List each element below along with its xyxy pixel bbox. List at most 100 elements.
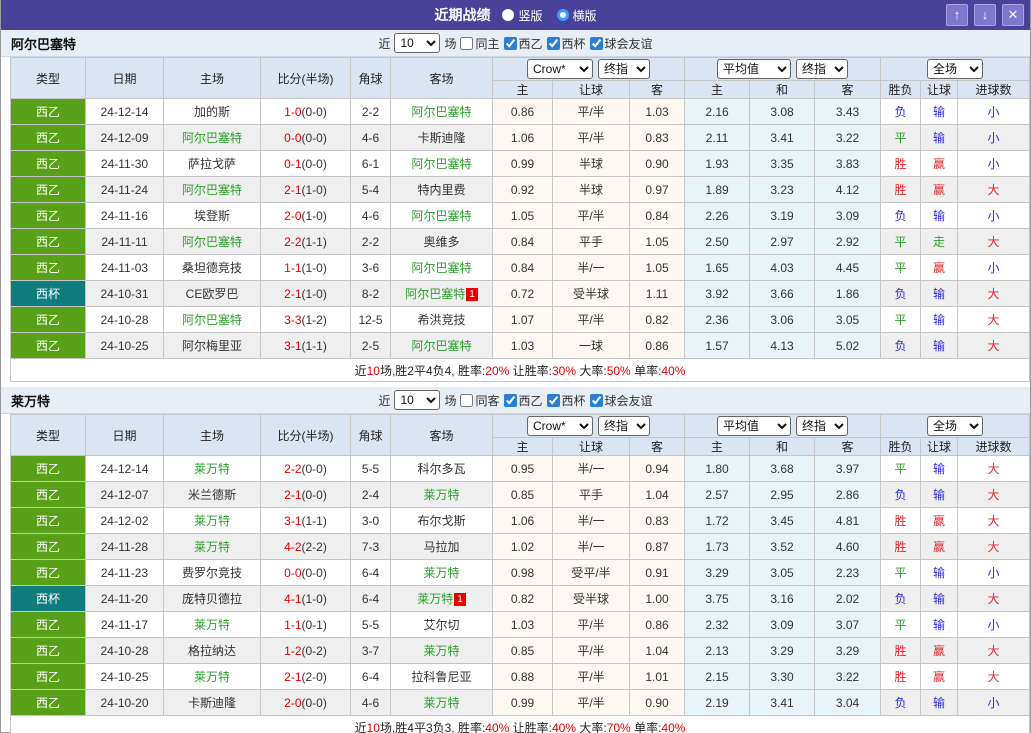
friendly-option[interactable]: 球会友谊 [589, 35, 653, 52]
cell-result-handicap: 走 [920, 228, 959, 255]
home-team-name[interactable]: 庞特贝德拉 [182, 592, 242, 606]
cell-score: 2-1(2-0) [260, 663, 351, 690]
cell-competition: 西乙 [10, 611, 86, 638]
move-up-button[interactable]: ↑ [946, 4, 968, 26]
match-row: 西乙 24-12-07 米兰德斯 2-1(0-0) 2-4 莱万特 0.85 平手 1.04 2.… [10, 481, 1031, 508]
cell-score: 0-0(0-0) [260, 124, 351, 151]
away-team-name[interactable]: 莱万特 [423, 696, 459, 710]
cell-away-team: 卡斯迪隆 [390, 124, 493, 151]
friendly-checkbox[interactable] [589, 393, 603, 407]
away-team-name[interactable]: 阿尔巴塞特 [411, 261, 471, 275]
average-select[interactable]: 平均值 [717, 416, 792, 436]
cup-option[interactable]: 西杯 [546, 35, 586, 52]
away-team-name[interactable]: 卡斯迪隆 [417, 131, 465, 145]
away-team-name[interactable]: 特内里费 [417, 183, 465, 197]
away-team-name[interactable]: 莱万特 [423, 566, 459, 580]
away-team-name[interactable]: 阿尔巴塞特 [411, 157, 471, 171]
cup-option[interactable]: 西杯 [546, 392, 586, 409]
home-team-name[interactable]: 格拉纳达 [188, 644, 236, 658]
cell-avg-away: 3.07 [814, 611, 882, 638]
away-team-name[interactable]: 奥维多 [423, 235, 459, 249]
cell-date: 24-10-20 [85, 689, 164, 716]
home-team-name[interactable]: 萨拉戈萨 [188, 157, 236, 171]
home-team-name[interactable]: 阿尔巴塞特 [182, 131, 242, 145]
same-venue-option[interactable]: 同客 [460, 392, 500, 409]
away-team-name[interactable]: 阿尔巴塞特 [411, 209, 471, 223]
cell-avg-home: 3.92 [684, 280, 751, 307]
away-team-name[interactable]: 莱万特 [417, 592, 453, 606]
bookmaker-select[interactable]: Crow* [527, 416, 593, 436]
away-team-name[interactable]: 阿尔巴塞特 [411, 105, 471, 119]
home-team-name[interactable]: 莱万特 [194, 670, 230, 684]
cup-checkbox[interactable] [546, 36, 560, 50]
radio-horizontal-layout[interactable]: 横版 [556, 7, 597, 24]
home-team-name[interactable]: 桑坦德竞技 [182, 261, 242, 275]
away-team-name[interactable]: 科尔多瓦 [417, 462, 465, 476]
home-team-name[interactable]: 阿尔巴塞特 [182, 313, 242, 327]
fulltime-score: 2-2 [284, 234, 302, 249]
cell-avg-home: 1.72 [684, 507, 751, 534]
away-team-name[interactable]: 阿尔巴塞特 [411, 339, 471, 353]
final-odds-select[interactable]: 终指 [598, 59, 650, 79]
match-row: 西乙 24-11-11 阿尔巴塞特 2-2(1-1) 2-2 奥维多 0.84 平手 1.05 2… [10, 228, 1031, 255]
cell-date: 24-10-25 [85, 663, 164, 690]
final-average-select[interactable]: 终指 [796, 59, 849, 79]
cell-score: 3-1(1-1) [260, 332, 351, 359]
same-venue-checkbox[interactable] [460, 36, 474, 50]
home-team-name[interactable]: 莱万特 [194, 462, 230, 476]
cell-result-handicap: 输 [920, 611, 959, 638]
away-team-name[interactable]: 莱万特 [423, 488, 459, 502]
home-team-name[interactable]: 阿尔巴塞特 [182, 235, 242, 249]
move-down-button[interactable]: ↓ [974, 4, 996, 26]
fulltime-select[interactable]: 全场 [927, 59, 984, 79]
away-team-name[interactable]: 莱万特 [423, 644, 459, 658]
away-team-name[interactable]: 布尔戈斯 [417, 514, 465, 528]
cell-odds-away: 0.90 [628, 689, 686, 716]
home-team-name[interactable]: 加的斯 [194, 105, 230, 119]
final-odds-select[interactable]: 终指 [598, 416, 650, 436]
cell-result-handicap: 输 [920, 689, 959, 716]
halftime-score: (0-0) [301, 130, 327, 145]
home-team-name[interactable]: 米兰德斯 [188, 488, 236, 502]
league-option[interactable]: 西乙 [503, 35, 543, 52]
average-select[interactable]: 平均值 [717, 59, 792, 79]
cell-score: 2-1(0-0) [260, 481, 351, 508]
same-venue-option[interactable]: 同主 [460, 35, 500, 52]
cell-home-team: 莱万特 [163, 663, 261, 690]
league-option[interactable]: 西乙 [503, 392, 543, 409]
friendly-checkbox[interactable] [589, 36, 603, 50]
home-team-name[interactable]: 莱万特 [194, 514, 230, 528]
away-team-name[interactable]: 艾尔切 [423, 618, 459, 632]
cell-corners: 8-2 [350, 280, 391, 307]
cell-result-handicap: 输 [920, 306, 959, 333]
away-team-name[interactable]: 希洪竞技 [417, 313, 465, 327]
home-team-name[interactable]: 阿尔巴塞特 [182, 183, 242, 197]
friendly-option[interactable]: 球会友谊 [589, 392, 653, 409]
home-team-name[interactable]: 阿尔梅里亚 [182, 339, 242, 353]
radio-vertical-layout[interactable]: 竖版 [502, 7, 543, 24]
same-venue-checkbox[interactable] [460, 393, 474, 407]
home-team-name[interactable]: CE欧罗巴 [186, 287, 239, 301]
match-count-select[interactable]: 10 [394, 390, 441, 410]
cell-away-team: 艾尔切 [390, 611, 493, 638]
home-team-name[interactable]: 埃登斯 [194, 209, 230, 223]
cup-checkbox[interactable] [546, 393, 560, 407]
fulltime-select[interactable]: 全场 [927, 416, 984, 436]
summary-segment: 10 [366, 363, 380, 378]
home-team-name[interactable]: 卡斯迪隆 [188, 696, 236, 710]
away-team-name[interactable]: 拉科鲁尼亚 [411, 670, 471, 684]
cell-odds-handicap: 平手 [552, 481, 630, 508]
cell-odds-handicap: 半/一 [552, 507, 630, 534]
league-checkbox[interactable] [503, 36, 517, 50]
bookmaker-select[interactable]: Crow* [527, 59, 593, 79]
away-team-name[interactable]: 马拉加 [423, 540, 459, 554]
cell-competition: 西乙 [10, 332, 86, 359]
close-button[interactable]: ✕ [1002, 4, 1024, 26]
away-team-name[interactable]: 阿尔巴塞特 [405, 287, 465, 301]
final-average-select[interactable]: 终指 [796, 416, 849, 436]
home-team-name[interactable]: 费罗尔竞技 [182, 566, 242, 580]
match-count-select[interactable]: 10 [394, 33, 441, 53]
league-checkbox[interactable] [503, 393, 517, 407]
home-team-name[interactable]: 莱万特 [194, 540, 230, 554]
home-team-name[interactable]: 莱万特 [194, 618, 230, 632]
